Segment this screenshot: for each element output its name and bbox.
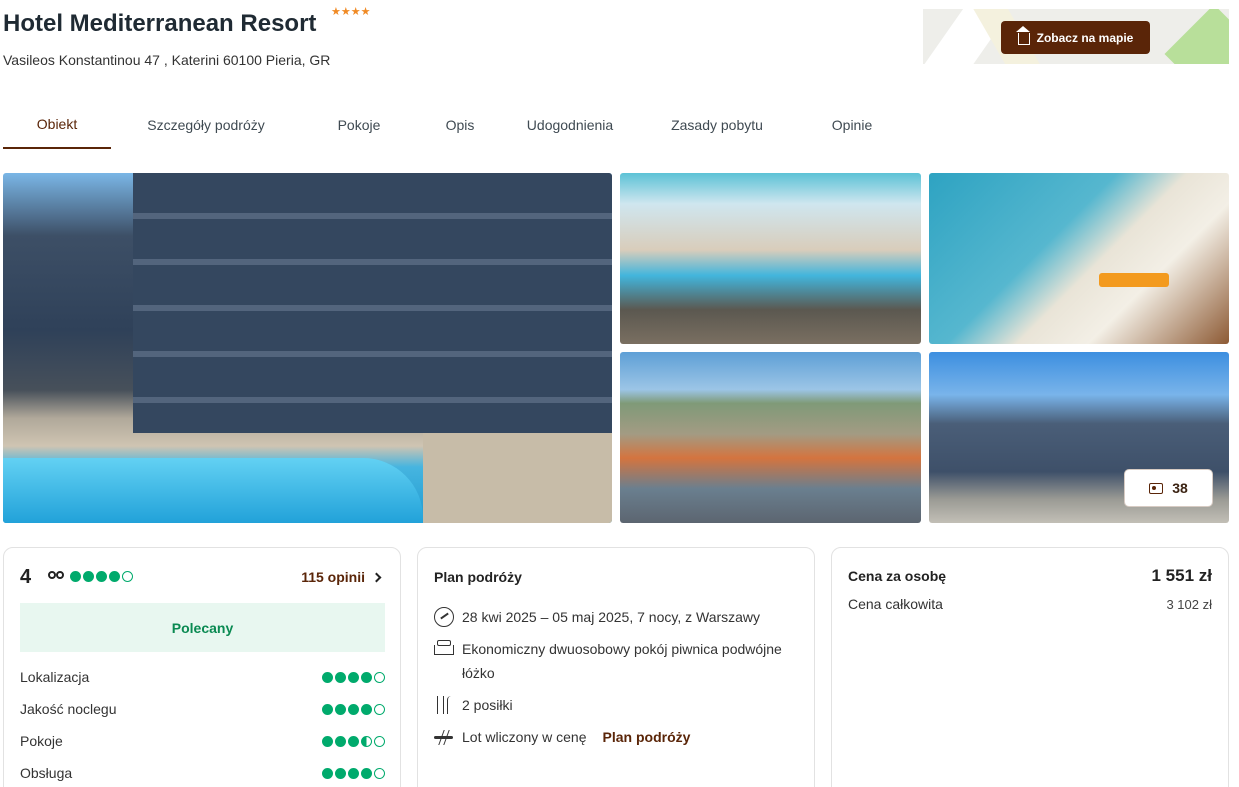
hotel-stars: ★★★★ <box>331 6 371 18</box>
rating-dot <box>374 767 385 779</box>
rating-dot <box>374 671 385 683</box>
rating-dot <box>322 671 333 683</box>
rating-dots <box>322 671 385 683</box>
photo-building <box>133 173 612 433</box>
tab-opis[interactable]: Opis <box>417 101 503 149</box>
price-per-person-value: 1 551 zł <box>1151 566 1213 585</box>
price-total-row: Cena całkowita 3 102 zł <box>848 596 1212 612</box>
rating-dot <box>348 671 359 683</box>
rating-dot <box>374 735 385 747</box>
map-park <box>1164 9 1229 64</box>
section-tabs: Obiekt Szczegóły podróży Pokoje Opis Udo… <box>3 101 907 149</box>
trip-meals-text: 2 posiłki <box>462 697 513 713</box>
trip-flight: Lot wliczony w cenę Plan podróży <box>434 725 690 749</box>
price-card: Cena za osobę 1 551 zł Cena całkowita 3 … <box>831 547 1229 787</box>
photo-deck <box>423 433 612 523</box>
rating-row: Jakość noclegu <box>20 701 385 717</box>
rating-dot <box>96 571 107 582</box>
trip-dates-text: 28 kwi 2025 – 05 maj 2025, 7 nocy, z War… <box>462 609 761 625</box>
rating-dot <box>361 671 372 683</box>
hotel-photo-spa[interactable] <box>929 173 1229 344</box>
fork-knife-icon <box>434 695 454 715</box>
trip-plan-card: Plan podróży 28 kwi 2025 – 05 maj 2025, … <box>417 547 815 787</box>
recommended-badge: Polecany <box>20 603 385 652</box>
score-rating-dots <box>70 571 133 582</box>
price-total-value: 3 102 zł <box>1166 596 1212 612</box>
price-total-label: Cena całkowita <box>848 596 943 612</box>
bed-icon <box>434 640 454 655</box>
trip-dates: 28 kwi 2025 – 05 maj 2025, 7 nocy, z War… <box>434 605 760 629</box>
trip-room-text: Ekonomiczny dwuosobowy pokój piwnica pod… <box>462 641 782 681</box>
rating-label: Pokoje <box>20 733 63 749</box>
rating-dot <box>374 703 385 715</box>
rating-dot <box>335 767 346 779</box>
hotel-photo-aerial[interactable] <box>620 352 921 523</box>
trip-meals: 2 posiłki <box>434 693 513 717</box>
rating-label: Obsługa <box>20 765 73 781</box>
rating-row: Pokoje <box>20 733 385 749</box>
tab-opinie[interactable]: Opinie <box>797 101 907 149</box>
rating-label: Jakość noclegu <box>20 701 117 717</box>
rating-dots <box>322 703 385 715</box>
rating-label: Lokalizacja <box>20 669 90 685</box>
tab-zasady-pobytu[interactable]: Zasady pobytu <box>637 101 797 149</box>
rating-dot <box>70 571 81 582</box>
tab-szczegoly-podrozy[interactable]: Szczegóły podróży <box>111 101 301 149</box>
tab-obiekt[interactable]: Obiekt <box>3 101 111 149</box>
rating-dots <box>322 767 385 779</box>
photo-towel <box>1099 273 1169 287</box>
rating-dot <box>335 735 346 747</box>
trip-room: Ekonomiczny dwuosobowy pokój piwnica pod… <box>434 637 784 685</box>
tripadvisor-icon <box>48 571 65 582</box>
tab-pokoje[interactable]: Pokoje <box>301 101 417 149</box>
reviews-count: 115 opinii <box>301 569 365 585</box>
hotel-photo-pool[interactable] <box>620 173 921 344</box>
rating-dot <box>348 767 359 779</box>
trip-plan-heading: Plan podróży <box>434 569 522 585</box>
hotel-photo-main[interactable] <box>3 173 612 523</box>
price-per-person-row: Cena za osobę 1 551 zł <box>848 566 1212 586</box>
reviews-link[interactable]: 115 opinii <box>301 569 382 585</box>
home-icon <box>1015 26 1030 45</box>
plane-icon <box>434 727 454 747</box>
price-per-person-label: Cena za osobę <box>848 568 947 584</box>
reviews-card: 4 115 opinii Polecany Lokalizacja Jakość… <box>3 547 401 787</box>
show-on-map-label: Zobacz na mapie <box>1036 30 1134 45</box>
show-on-map-button[interactable]: Zobacz na mapie <box>1001 21 1150 54</box>
review-score: 4 <box>20 566 32 588</box>
tab-udogodnienia[interactable]: Udogodnienia <box>503 101 637 149</box>
rating-dot <box>322 767 333 779</box>
rating-dot <box>361 767 372 779</box>
chevron-right-icon <box>371 572 382 582</box>
rating-dot <box>322 735 333 747</box>
hotel-title: Hotel Mediterranean Resort <box>3 10 317 37</box>
rating-dot <box>109 571 120 582</box>
rating-row: Lokalizacja <box>20 669 385 685</box>
all-photos-button[interactable]: 38 <box>1124 469 1213 507</box>
rating-dot <box>361 735 372 747</box>
hotel-address: Vasileos Konstantinou 47 , Katerini 6010… <box>3 52 331 68</box>
rating-row: Obsługa <box>20 765 385 781</box>
rating-dots <box>322 735 385 747</box>
rating-dot <box>348 735 359 747</box>
rating-dot <box>335 703 346 715</box>
rating-dot <box>322 703 333 715</box>
travel-globe-icon <box>434 607 454 627</box>
rating-dot <box>361 703 372 715</box>
trip-plan-link[interactable]: Plan podróży <box>603 725 691 749</box>
photo-count: 38 <box>1172 480 1188 496</box>
rating-dot <box>122 571 133 582</box>
rating-dot <box>348 703 359 715</box>
gallery-icon <box>1149 482 1164 494</box>
rating-dot <box>83 571 94 582</box>
trip-flight-text: Lot wliczony w cenę <box>462 729 587 745</box>
photo-pool <box>3 458 423 523</box>
rating-dot <box>335 671 346 683</box>
